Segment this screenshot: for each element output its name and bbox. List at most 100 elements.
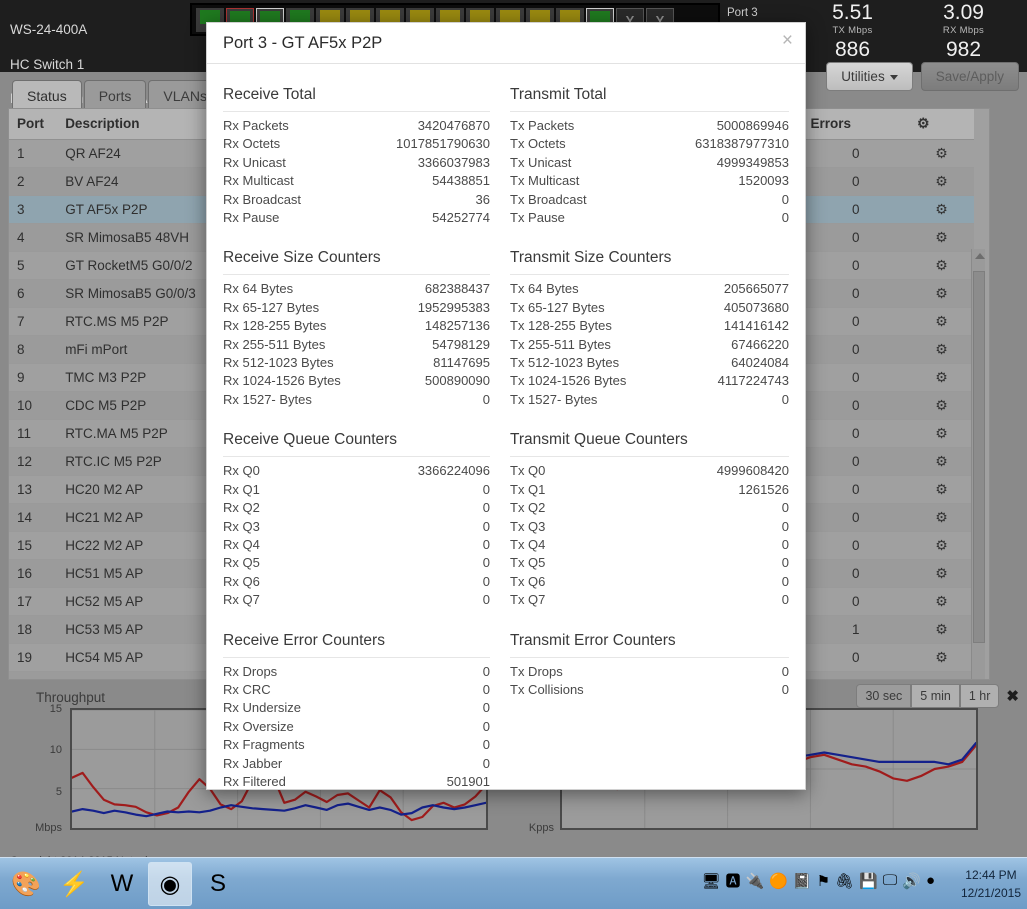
tray-icon-3[interactable]: 🟠: [769, 872, 788, 890]
time-range-1hr[interactable]: 1 hr: [960, 684, 1000, 708]
ports-table-scrollbar[interactable]: [971, 249, 985, 680]
save-apply-button[interactable]: Save/Apply: [921, 62, 1019, 91]
tray-icon-4[interactable]: 📓: [793, 872, 812, 890]
gear-icon: ⚙: [935, 285, 948, 301]
tab-status[interactable]: Status: [12, 80, 82, 110]
col-port[interactable]: Port: [9, 109, 57, 140]
tray-icon-10[interactable]: ●: [926, 872, 935, 889]
stat-row: Rx Oversize0: [223, 718, 490, 736]
section-title: Transmit Error Counters: [510, 622, 789, 658]
rx-mbps-value: 3.09: [908, 2, 1019, 24]
row-settings-button[interactable]: ⚙: [909, 476, 974, 504]
time-range-30sec[interactable]: 30 sec: [856, 684, 911, 708]
stat-value: 3366224096: [418, 462, 490, 480]
stat-row: Rx Packets3420476870: [223, 117, 490, 135]
stat-value: 0: [483, 681, 490, 699]
stat-label: Rx Q4: [223, 536, 260, 554]
word-icon[interactable]: W: [100, 862, 144, 906]
tray-icon-8[interactable]: 🖵: [883, 872, 897, 889]
row-settings-button[interactable]: ⚙: [909, 532, 974, 560]
close-icon[interactable]: ×: [782, 30, 793, 52]
gear-icon: ⚙: [935, 313, 948, 329]
stat-row: Rx 128-255 Bytes148257136: [223, 317, 490, 335]
row-errors: 0: [802, 308, 908, 336]
stat-row: Rx Fragments0: [223, 736, 490, 754]
stat-label: Rx Filtered: [223, 773, 286, 791]
modal-body: Receive TotalRx Packets3420476870Rx Octe…: [207, 64, 805, 803]
row-settings-button[interactable]: ⚙: [909, 672, 974, 681]
chrome-icon[interactable]: ◉: [148, 862, 192, 906]
stat-value: 500890090: [425, 372, 490, 390]
tray-icon-0[interactable]: 🖥: [701, 872, 720, 890]
row-settings-button[interactable]: ⚙: [909, 224, 974, 252]
lightning-icon[interactable]: ⚡: [52, 862, 96, 906]
stat-label: Rx CRC: [223, 681, 271, 699]
stat-row: Tx Q20: [510, 499, 789, 517]
row-settings-button[interactable]: ⚙: [909, 196, 974, 224]
tray-icon-6[interactable]: 🖇: [835, 872, 854, 890]
stat-row: Tx Q70: [510, 591, 789, 609]
row-errors: 0: [802, 588, 908, 616]
stat-row: Rx Pause54252774: [223, 209, 490, 227]
stat-row: Tx Pause0: [510, 209, 789, 227]
row-settings-button[interactable]: ⚙: [909, 616, 974, 644]
row-settings-button[interactable]: ⚙: [909, 252, 974, 280]
skype-icon[interactable]: S: [196, 862, 240, 906]
row-settings-button[interactable]: ⚙: [909, 308, 974, 336]
utilities-button-label: Utilities: [841, 69, 885, 84]
row-settings-button[interactable]: ⚙: [909, 336, 974, 364]
utilities-button[interactable]: Utilities: [826, 62, 913, 91]
row-port: 3: [9, 196, 57, 224]
row-description: GT AF5x P2P: [57, 196, 225, 224]
stat-label: Tx Q6: [510, 573, 545, 591]
stat-row: Tx 64 Bytes205665077: [510, 280, 789, 298]
row-description: HC51 M5 AP: [57, 560, 225, 588]
stat-value: 0: [483, 591, 490, 609]
col-settings-gear-icon[interactable]: ⚙: [909, 109, 974, 140]
row-settings-button[interactable]: ⚙: [909, 392, 974, 420]
stat-label: Tx Q3: [510, 518, 545, 536]
row-settings-button[interactable]: ⚙: [909, 644, 974, 672]
row-description: RTC.IC M5 P2P: [57, 448, 225, 476]
scrollbar-thumb[interactable]: [973, 271, 985, 643]
rx-pps-value: 982: [908, 39, 1019, 61]
stat-label: Tx 64 Bytes: [510, 280, 579, 298]
row-settings-button[interactable]: ⚙: [909, 280, 974, 308]
row-settings-button[interactable]: ⚙: [909, 560, 974, 588]
tab-ports[interactable]: Ports: [84, 80, 147, 110]
stat-label: Tx Q4: [510, 536, 545, 554]
stat-label: Tx Pause: [510, 209, 565, 227]
stat-value: 0: [483, 755, 490, 773]
col-errors[interactable]: Errors: [802, 109, 908, 140]
row-settings-button[interactable]: ⚙: [909, 420, 974, 448]
row-settings-button[interactable]: ⚙: [909, 168, 974, 196]
taskbar-clock[interactable]: 12:44 PM 12/21/2015: [961, 866, 1021, 902]
tray-icon-5[interactable]: ⚑: [817, 872, 830, 890]
paint-icon[interactable]: 🎨: [4, 862, 48, 906]
tray-icon-1[interactable]: 🅰: [726, 870, 741, 891]
stat-row: Rx Q50: [223, 554, 490, 572]
tray-icon-9[interactable]: 🔊: [902, 872, 921, 890]
col-description[interactable]: Description: [57, 109, 225, 140]
row-settings-button[interactable]: ⚙: [909, 140, 974, 168]
stat-row: Rx Multicast54438851: [223, 172, 490, 190]
stat-value: 0: [483, 573, 490, 591]
row-settings-button[interactable]: ⚙: [909, 364, 974, 392]
gear-icon: ⚙: [935, 341, 948, 357]
clock-time: 12:44 PM: [961, 866, 1021, 884]
stats-section: Transmit TotalTx Packets5000869946Tx Oct…: [510, 76, 789, 227]
close-charts-icon[interactable]: ✖: [1006, 687, 1019, 705]
stat-label: Tx Unicast: [510, 154, 571, 172]
row-settings-button[interactable]: ⚙: [909, 588, 974, 616]
time-range-5min[interactable]: 5 min: [911, 684, 960, 708]
row-settings-button[interactable]: ⚙: [909, 504, 974, 532]
gear-icon: ⚙: [935, 257, 948, 273]
scroll-up-arrow-icon[interactable]: [975, 253, 985, 259]
stat-row: Rx 64 Bytes682388437: [223, 280, 490, 298]
stat-label: Tx 512-1023 Bytes: [510, 354, 619, 372]
stat-value: 1520093: [738, 172, 789, 190]
row-port: 16: [9, 560, 57, 588]
tray-icon-2[interactable]: 🔌: [746, 872, 765, 890]
tray-icon-7[interactable]: 💾: [859, 872, 878, 890]
row-settings-button[interactable]: ⚙: [909, 448, 974, 476]
